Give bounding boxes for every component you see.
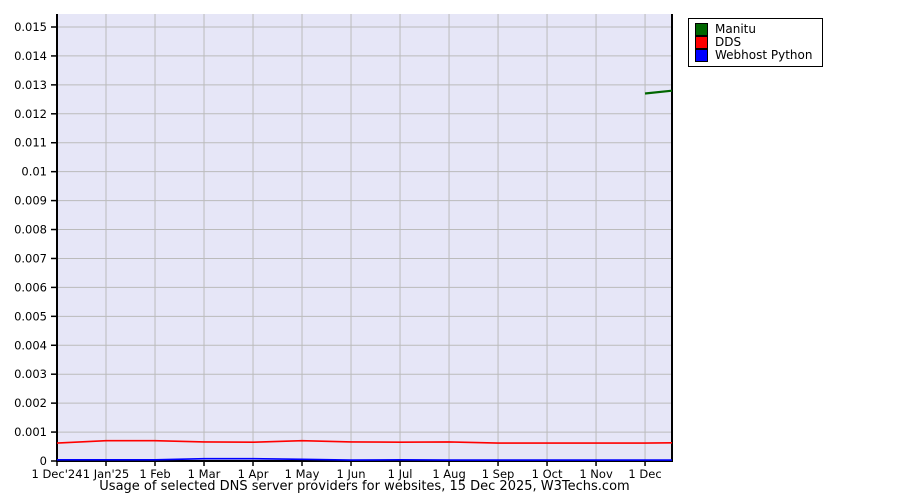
chart-legend: Manitu DDS Webhost Python [688,18,824,67]
y-tick-label: 0.001 [14,425,47,439]
y-tick-label: 0.01 [21,165,47,179]
legend-item: Manitu [695,23,812,36]
y-tick-label: 0.002 [14,396,47,410]
y-tick-label: 0.004 [14,338,47,352]
legend-item: Webhost Python [695,49,812,62]
plot-area [57,14,672,461]
y-tick-label: 0.007 [14,251,47,265]
y-tick-label: 0.005 [14,309,47,323]
legend-label: Webhost Python [715,48,813,62]
y-tick-label: 0.006 [14,280,47,294]
line-chart: 0 0.001 0.002 0.003 0.004 0.005 0.006 0.007 0.00… [14,14,673,481]
y-tick-label: 0.011 [14,136,47,150]
y-tick-label: 0 [40,454,47,468]
y-tick-label: 0.013 [14,78,47,92]
y-tick-label: 0.015 [14,20,47,34]
y-tick-label: 0.003 [14,367,47,381]
y-tick-label: 0.008 [14,223,47,237]
chart-title: Usage of selected DNS server providers f… [99,479,630,494]
y-tick-label: 0.014 [14,49,47,63]
legend-swatch-icon [695,23,708,36]
y-tick-label: 0.009 [14,194,47,208]
y-tick-label: 0.012 [14,107,47,121]
legend-swatch-icon [695,36,708,49]
legend-swatch-icon [695,49,708,62]
